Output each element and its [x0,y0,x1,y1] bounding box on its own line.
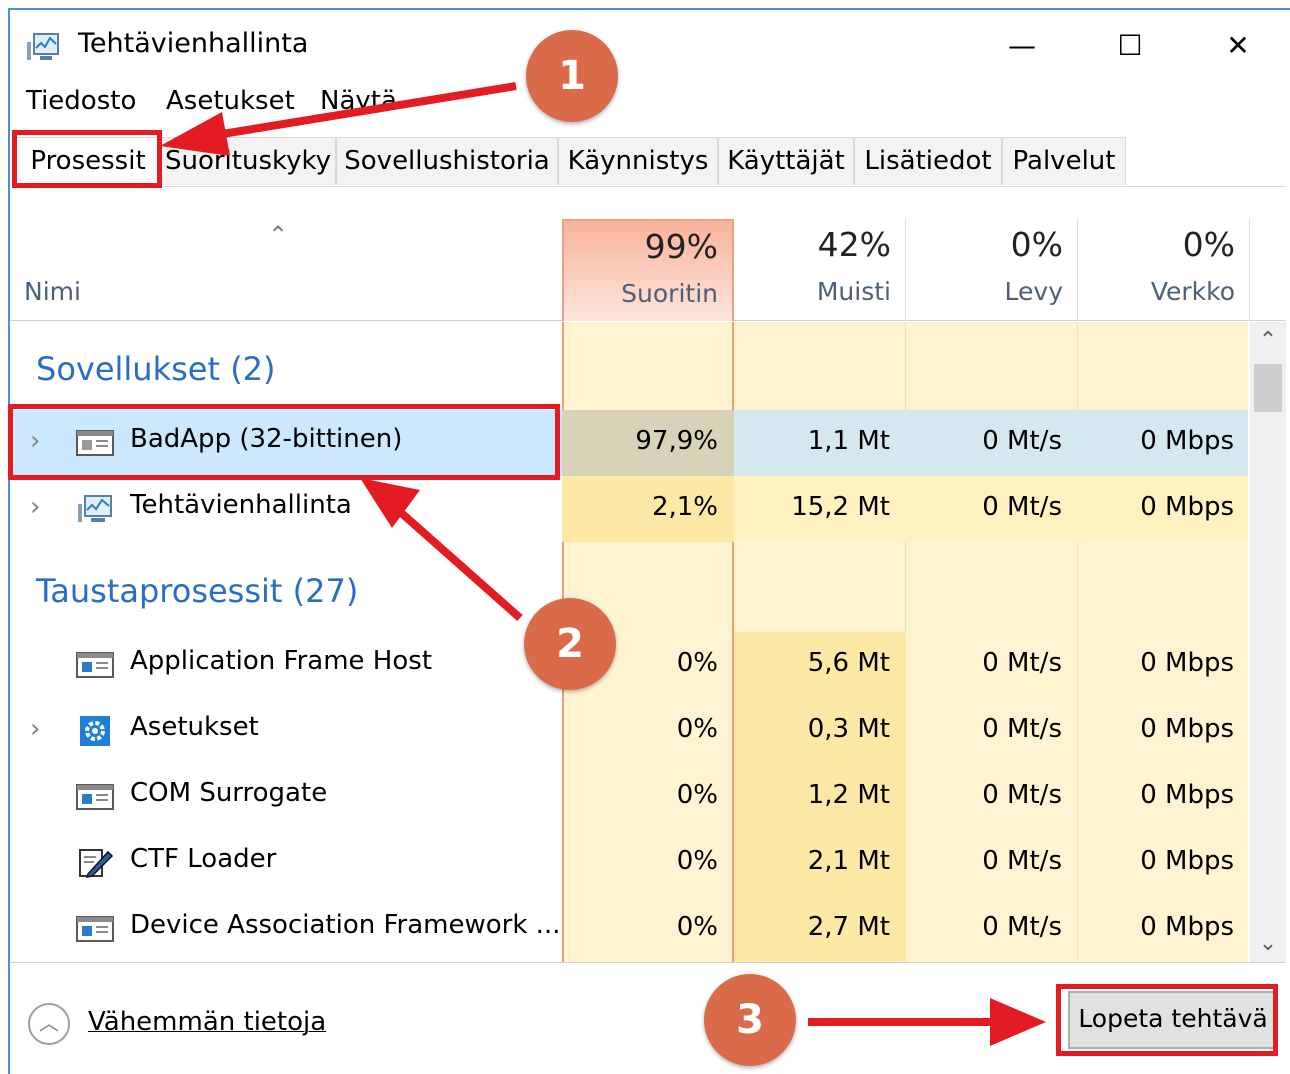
process-cpu: 2,1% [651,492,718,522]
process-cpu: 0% [676,714,718,744]
window-app-icon [76,916,114,942]
table-row[interactable]: Device Association Framework ... 0% 2,7 … [10,896,1248,962]
column-header: ⌃ Nimi 99% Suoritin 42% Muisti 0% Levy 0… [10,215,1286,321]
window-app-icon [76,652,114,678]
fewer-details-link[interactable]: Vähemmän tietoja [88,1007,326,1037]
expand-chevron-icon[interactable]: › [30,714,40,744]
process-memory: 1,1 Mt [807,426,890,456]
process-disk: 0 Mt/s [982,846,1062,876]
annotation-box-end-task [1056,984,1278,1056]
tab-details[interactable]: Lisätiedot [854,137,1002,185]
window-app-icon [76,784,114,810]
process-cpu: 97,9% [635,426,718,456]
close-button[interactable]: ✕ [1208,24,1268,68]
process-network: 0 Mbps [1140,780,1234,810]
column-disk[interactable]: 0% Levy [906,219,1078,321]
tab-users[interactable]: Käyttäjät [718,137,854,185]
tab-services[interactable]: Palvelut [1002,137,1126,185]
cpu-total-percent: 99% [644,227,718,266]
process-disk: 0 Mt/s [982,648,1062,678]
process-memory: 2,7 Mt [807,912,890,942]
group-background-processes: Taustaprosessit (27) [36,572,359,610]
memory-total-percent: 42% [817,225,891,264]
annotation-badge-2: 2 [524,598,616,690]
process-name: Application Frame Host [130,646,433,676]
process-disk: 0 Mt/s [982,492,1062,522]
process-name: Tehtävienhallinta [130,490,352,520]
process-network: 0 Mbps [1140,912,1234,942]
process-disk: 0 Mt/s [982,912,1062,942]
process-memory: 2,1 Mt [807,846,890,876]
disk-label: Levy [1004,277,1063,306]
process-memory: 5,6 Mt [807,648,890,678]
process-network: 0 Mbps [1140,648,1234,678]
process-memory: 0,3 Mt [807,714,890,744]
process-disk: 0 Mt/s [982,714,1062,744]
menu-file[interactable]: Tiedosto [26,86,136,116]
scroll-down-icon[interactable]: ⌄ [1250,931,1286,956]
process-network: 0 Mbps [1140,426,1234,456]
process-name: Device Association Framework ... [130,910,561,940]
process-disk: 0 Mt/s [982,426,1062,456]
pen-icon [79,849,114,878]
collapse-chevron-icon[interactable]: ︿ [28,1003,70,1045]
sort-ascending-icon[interactable]: ⌃ [268,221,288,249]
process-cpu: 0% [676,780,718,810]
memory-label: Muisti [816,277,891,306]
table-row[interactable]: Application Frame Host 0% 5,6 Mt 0 Mt/s … [10,632,1248,698]
minimize-button[interactable]: — [992,24,1052,68]
process-memory: 15,2 Mt [791,492,890,522]
process-network: 0 Mbps [1140,714,1234,744]
task-manager-icon [78,495,112,522]
column-cpu[interactable]: 99% Suoritin [562,219,734,321]
column-network[interactable]: 0% Verkko [1078,219,1250,321]
scroll-up-icon[interactable]: ⌃ [1250,328,1286,353]
scroll-thumb[interactable] [1254,364,1282,412]
table-row[interactable]: COM Surrogate 0% 1,2 Mt 0 Mt/s 0 Mbps [10,764,1248,830]
process-name: CTF Loader [130,844,277,874]
process-cpu: 0% [676,846,718,876]
task-manager-icon [27,33,59,60]
expand-chevron-icon[interactable]: › [30,492,40,522]
table-row[interactable]: › Tehtävienhallinta 2,1% 15,2 Mt 0 Mt/s … [10,476,1248,542]
tab-app-history[interactable]: Sovellushistoria [336,137,558,185]
annotation-badge-3: 3 [704,974,796,1066]
window-title: Tehtävienhallinta [78,28,309,59]
network-label: Verkko [1150,277,1235,306]
table-row[interactable]: CTF Loader 0% 2,1 Mt 0 Mt/s 0 Mbps [10,830,1248,896]
annotation-badge-1: 1 [526,30,618,122]
title-bar: Tehtävienhallinta — ☐ ✕ [10,10,1286,82]
process-memory: 1,2 Mt [807,780,890,810]
cpu-label: Suoritin [621,279,718,308]
tab-performance[interactable]: Suorituskyky [160,137,336,185]
process-name: COM Surrogate [130,778,328,808]
column-name[interactable]: Nimi [24,277,81,306]
group-apps: Sovellukset (2) [36,350,276,388]
tab-startup[interactable]: Käynnistys [558,137,718,185]
settings-gear-icon [80,716,110,746]
process-network: 0 Mbps [1140,846,1234,876]
column-memory[interactable]: 42% Muisti [734,219,906,321]
disk-total-percent: 0% [1010,225,1063,264]
menu-settings[interactable]: Asetukset [166,86,295,116]
annotation-box-processes-tab [12,130,162,188]
process-cpu: 0% [676,912,718,942]
table-row[interactable]: › Asetukset 0% 0,3 Mt 0 Mt/s 0 Mbps [10,698,1248,764]
process-name: Asetukset [130,712,259,742]
process-disk: 0 Mt/s [982,780,1062,810]
vertical-scrollbar[interactable]: ⌃ ⌄ [1250,322,1286,962]
process-network: 0 Mbps [1140,492,1234,522]
tab-bar: Prosessit Suorituskyky Sovellushistoria … [10,127,1286,187]
annotation-box-badapp-row [8,404,560,480]
network-total-percent: 0% [1182,225,1235,264]
menu-view[interactable]: Näytä [320,86,397,116]
maximize-button[interactable]: ☐ [1100,24,1160,68]
